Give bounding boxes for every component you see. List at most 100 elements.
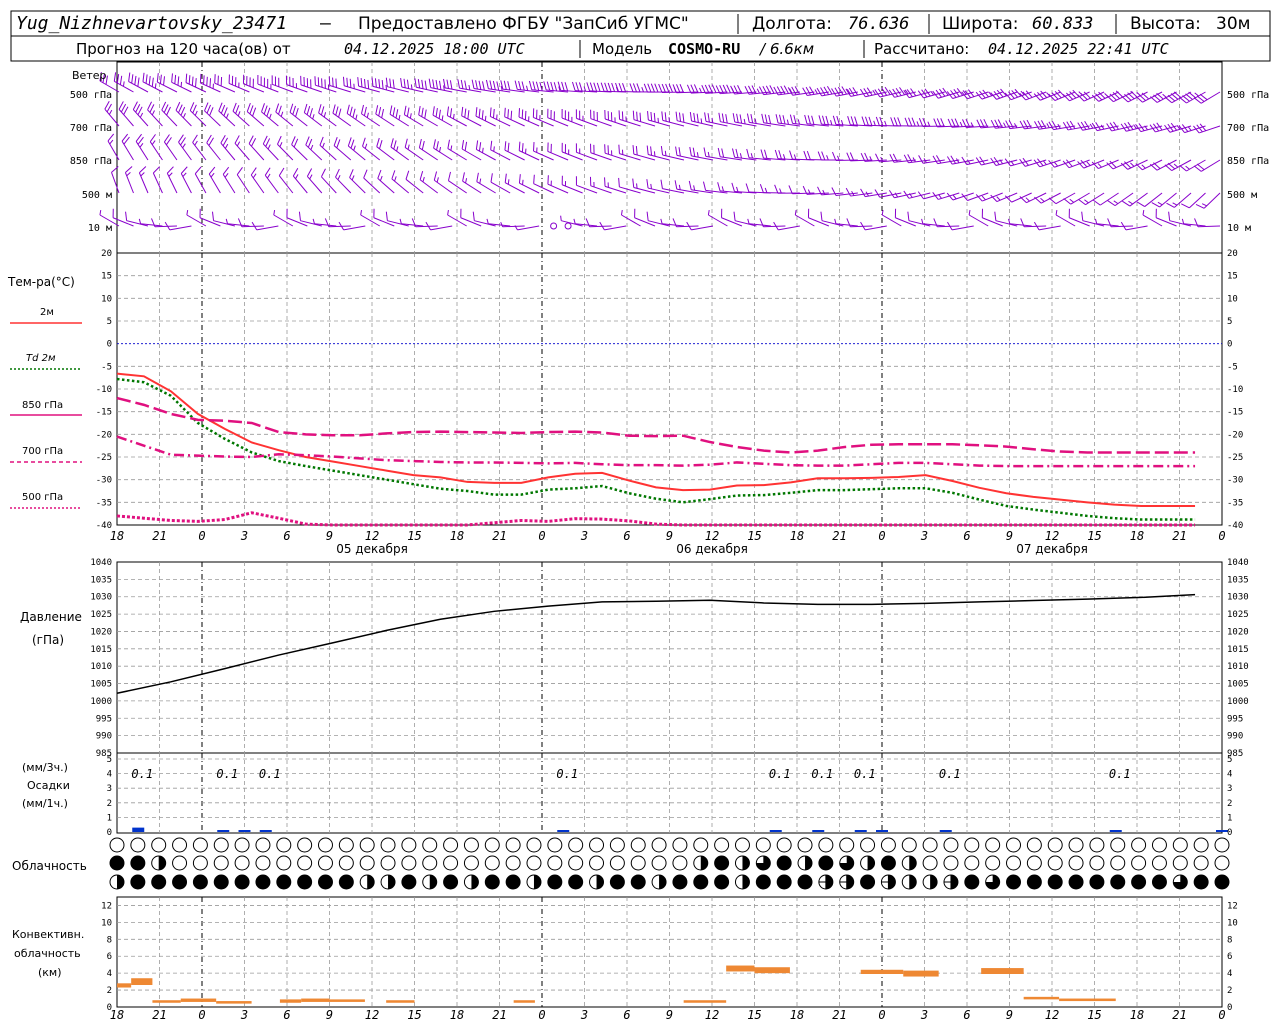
- wind-barb: [1136, 192, 1163, 207]
- temp-tick-label: 10: [101, 294, 112, 304]
- wind-barb: [675, 111, 699, 127]
- conv-bar: [216, 1001, 252, 1004]
- cloud-cover-symbol: [943, 874, 959, 890]
- temp-tick-label: -10: [96, 385, 112, 395]
- cloud-cover-symbol: [839, 874, 855, 890]
- precip-tick-label: 0: [107, 828, 112, 838]
- cloud-cover-symbol: [151, 837, 167, 853]
- lon-label: Долгота:: [752, 14, 832, 34]
- wind-barb: [634, 208, 656, 227]
- wind-barb: [1150, 91, 1177, 103]
- conv-tick-label: 6: [1227, 952, 1232, 962]
- cloud-cover-symbol: [922, 874, 938, 890]
- wind-barb: [132, 101, 149, 127]
- wind-barb: [156, 73, 178, 93]
- wind-barb: [500, 221, 525, 228]
- wind-level-500m: 500 м: [82, 190, 112, 201]
- cloud-cover-symbol: [526, 837, 542, 853]
- cloud-cover-symbol: [172, 855, 188, 871]
- time-tick-label: 21: [152, 1008, 166, 1022]
- wind-barb: [1166, 192, 1192, 208]
- cloud-cover-symbol: [734, 855, 750, 871]
- wind-barb: [1164, 159, 1192, 172]
- pressure-tick-label: 995: [1227, 714, 1243, 724]
- cloud-cover-symbol: [860, 874, 876, 890]
- precip-tick-label: 2: [107, 799, 112, 809]
- cloud-cover-symbol: [255, 874, 271, 890]
- wind-barb: [1135, 159, 1163, 171]
- cloud-cover-symbol: [1172, 874, 1188, 890]
- time-tick-label: 15: [407, 529, 421, 543]
- pressure-tick-label: 1020: [1227, 627, 1249, 637]
- time-tick-label: 12: [365, 529, 379, 543]
- pressure-unit: (гПа): [32, 633, 64, 647]
- cloud-cover-symbol: [443, 837, 459, 853]
- wind-barb: [774, 149, 800, 161]
- cloud-title: Облачность: [12, 859, 87, 873]
- pressure-tick-label: 1035: [1227, 575, 1249, 585]
- cloud-cover-symbol: [651, 855, 667, 871]
- cloud-cover-symbol: [568, 874, 584, 890]
- cloud-cover-symbol: [880, 855, 896, 871]
- conv-bar: [726, 965, 755, 972]
- time-tick-label: 0: [878, 1008, 885, 1022]
- precip-tick-label: 1: [107, 813, 112, 823]
- precip-amount-label: 0.1: [1109, 767, 1131, 781]
- wind-barb: [347, 137, 366, 161]
- wind-barb: [414, 78, 438, 93]
- cloud-cover-symbol: [1026, 837, 1042, 853]
- temp-tick-label: -25: [1227, 453, 1243, 463]
- wind-barb: [362, 137, 381, 161]
- wind-barb: [1195, 192, 1221, 209]
- conv-tick-label: 12: [101, 901, 112, 911]
- cloud-cover-symbol: [255, 855, 271, 871]
- conv-tick-label: 12: [1227, 901, 1238, 911]
- wind-barb: [232, 102, 250, 127]
- cloud-cover-symbol: [338, 837, 354, 853]
- cloud-cover-symbol: [1193, 855, 1209, 871]
- wind-barb: [721, 208, 743, 227]
- wind-barb: [981, 208, 1003, 227]
- precip-amount-label: 0.1: [259, 767, 281, 781]
- cloud-cover-symbol: [1131, 855, 1147, 871]
- lat-label: Широта:: [942, 14, 1018, 34]
- wind-barb: [349, 169, 366, 194]
- wind-barb: [400, 77, 424, 93]
- wind-barb: [1063, 192, 1090, 205]
- time-tick-label: 3: [920, 529, 928, 543]
- cloud-cover-symbol: [109, 855, 125, 871]
- cloud-cover-symbol: [234, 837, 250, 853]
- pressure-tick-label: 990: [1227, 732, 1243, 742]
- pressure-tick-label: 1020: [90, 627, 112, 637]
- cloud-cover-symbol: [922, 837, 938, 853]
- precip-amount-label: 0.1: [939, 767, 961, 781]
- wind-barb: [112, 208, 134, 227]
- precip-amount-label: 0.1: [131, 767, 153, 781]
- conv-bar: [131, 978, 153, 985]
- cloud-cover-symbol: [880, 874, 896, 890]
- conv-tick-label: 2: [1227, 986, 1232, 996]
- wind-barb: [118, 101, 134, 127]
- wind-barb: [180, 166, 192, 194]
- precip-bar: [854, 830, 867, 832]
- cloud-symbols: [109, 837, 1230, 890]
- conv-tick-label: 2: [107, 986, 112, 996]
- wind-barb: [234, 135, 250, 161]
- wind-barb: [1155, 208, 1177, 227]
- wind-barb: [443, 78, 467, 93]
- pressure-tick-label: 1015: [90, 645, 112, 655]
- cloud-cover-symbol: [734, 837, 750, 853]
- wind-barb: [861, 116, 887, 127]
- wind-barb: [904, 117, 931, 127]
- cloud-cover-symbol: [693, 874, 709, 890]
- cloud-cover-symbol: [380, 837, 396, 853]
- cloud-cover-symbol: [1172, 837, 1188, 853]
- temp-tick-label: 5: [1227, 317, 1232, 327]
- wind-barb: [961, 192, 989, 201]
- precip-bar: [812, 830, 825, 832]
- wind-barb: [759, 183, 786, 194]
- wind-barb: [166, 166, 178, 194]
- precip-bars: 0.1 0.1 0.1 0.1 0.1 0.1 0.1 0.1 0.1: [131, 767, 1228, 832]
- wind-barb: [604, 177, 627, 194]
- cloud-cover-symbol: [192, 874, 208, 890]
